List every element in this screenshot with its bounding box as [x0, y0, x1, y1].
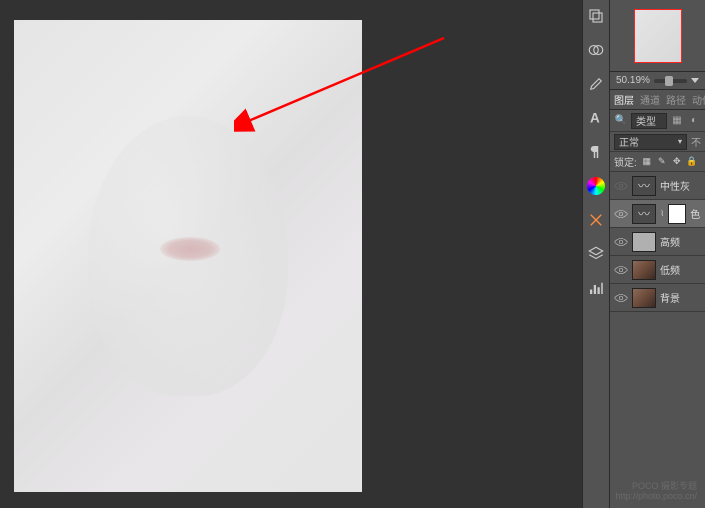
lock-all-icon[interactable]: 🔒 — [686, 156, 698, 168]
watermark: POCO 摄影专题 http://photo.poco.cn/ — [615, 482, 697, 502]
zoom-value[interactable]: 50.19% — [616, 75, 650, 86]
visibility-toggle[interactable] — [614, 291, 628, 305]
link-icon[interactable]: ⌇ — [660, 209, 664, 218]
layer-row[interactable]: ⌇ 色阶 — [610, 200, 705, 228]
crossed-tools-icon[interactable] — [586, 210, 606, 230]
visibility-toggle[interactable] — [614, 235, 628, 249]
zoom-slider-thumb[interactable] — [665, 76, 673, 86]
canvas-area[interactable] — [14, 20, 362, 492]
navigator-thumbnail[interactable] — [634, 9, 682, 63]
filter-image-icon[interactable]: ▦ — [670, 114, 684, 128]
layer-thumbnail[interactable] — [632, 204, 656, 224]
visibility-toggle[interactable] — [614, 263, 628, 277]
tools-column: A — [582, 0, 610, 508]
search-icon[interactable]: 🔍 — [614, 114, 628, 128]
lock-row: 锁定: ▦ ✎ ✥ 🔒 — [610, 152, 705, 172]
overlap-icon[interactable] — [586, 40, 606, 60]
lock-label: 锁定: — [614, 154, 637, 169]
layers-stack-icon[interactable] — [586, 244, 606, 264]
layer-name[interactable]: 低频 — [660, 262, 680, 277]
layer-thumbnail[interactable] — [632, 176, 656, 196]
lock-position-icon[interactable]: ✥ — [671, 156, 683, 168]
layers-panel-icon[interactable] — [586, 6, 606, 26]
brush-icon[interactable] — [586, 74, 606, 94]
layer-row[interactable]: 中性灰 — [610, 172, 705, 200]
blend-mode-label: 正常 — [619, 134, 639, 149]
tab-paths[interactable]: 路径 — [666, 92, 686, 107]
lock-pixels-icon[interactable]: ▦ — [641, 156, 653, 168]
layer-thumbnail[interactable] — [632, 288, 656, 308]
filter-type-select[interactable]: 类型 — [631, 113, 667, 129]
layer-name[interactable]: 中性灰 — [660, 178, 690, 193]
layer-row[interactable]: 背景 — [610, 284, 705, 312]
navigator-panel — [610, 0, 705, 72]
document-image — [14, 20, 362, 492]
layer-row[interactable]: 高频 — [610, 228, 705, 256]
visibility-toggle[interactable] — [614, 207, 628, 221]
lock-brush-icon[interactable]: ✎ — [656, 156, 668, 168]
lips-detail — [160, 237, 220, 261]
tab-channels[interactable]: 通道 — [640, 92, 660, 107]
tab-layers[interactable]: 图层 — [614, 92, 634, 107]
layer-name[interactable]: 背景 — [660, 290, 680, 305]
blend-mode-select[interactable]: 正常 ▾ — [614, 134, 687, 150]
filter-type-label: 类型 — [636, 113, 656, 128]
type-icon[interactable]: A — [586, 108, 606, 128]
layer-name[interactable]: 色阶 — [690, 206, 701, 221]
layer-filter-row: 🔍 类型 ▦ ◐ — [610, 110, 705, 132]
filter-adjust-icon[interactable]: ◐ — [687, 114, 701, 128]
layer-mask-thumbnail[interactable] — [668, 204, 686, 224]
layer-thumbnail[interactable] — [632, 232, 656, 252]
panels-area: 50.19% 图层 通道 路径 动作 🔍 类型 ▦ ◐ 正常 ▾ 不 锁定: ▦… — [610, 0, 705, 508]
histogram-icon[interactable] — [586, 278, 606, 298]
color-wheel-icon[interactable] — [586, 176, 606, 196]
blend-mode-row: 正常 ▾ 不 — [610, 132, 705, 152]
zoom-slider[interactable] — [654, 79, 687, 83]
opacity-label: 不 — [691, 134, 701, 149]
zoom-bar: 50.19% — [610, 72, 705, 90]
svg-text:A: A — [590, 111, 600, 126]
layer-row[interactable]: 低频 — [610, 256, 705, 284]
layer-name[interactable]: 高频 — [660, 234, 680, 249]
layer-thumbnail[interactable] — [632, 260, 656, 280]
paragraph-icon[interactable] — [586, 142, 606, 162]
layers-list: 中性灰 ⌇ 色阶 高频 低频 背景 — [610, 172, 705, 508]
watermark-url: http://photo.poco.cn/ — [615, 492, 697, 502]
panel-tabs: 图层 通道 路径 动作 — [610, 90, 705, 110]
tab-actions[interactable]: 动作 — [692, 92, 705, 107]
zoom-dropdown-icon[interactable] — [691, 78, 699, 83]
visibility-toggle[interactable] — [614, 179, 628, 193]
